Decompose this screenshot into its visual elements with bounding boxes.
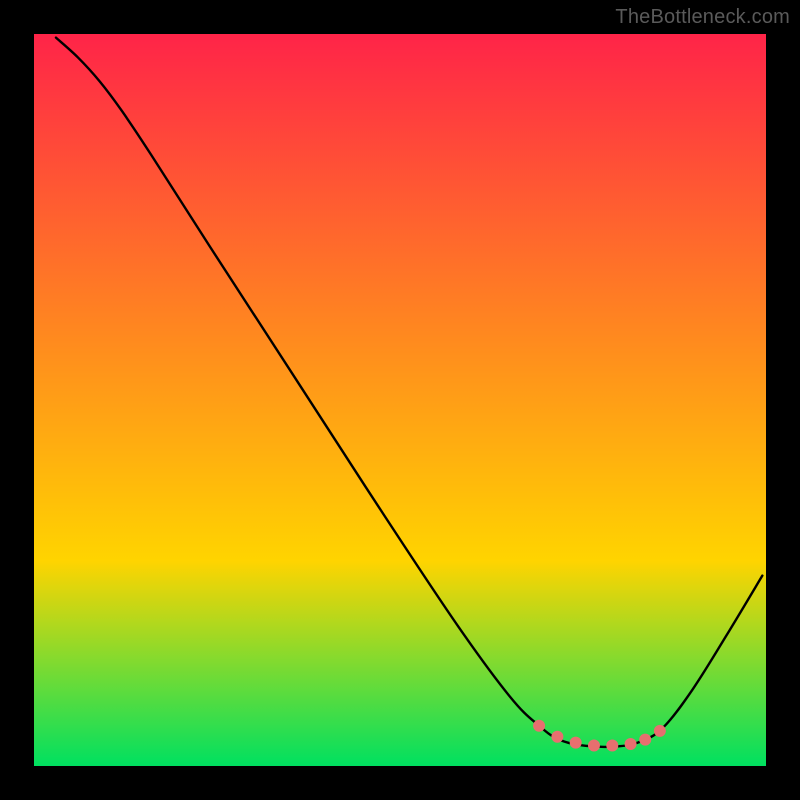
bottom-marker xyxy=(625,738,637,750)
bottom-marker xyxy=(533,720,545,732)
watermark-text: TheBottleneck.com xyxy=(615,6,790,29)
bottom-marker xyxy=(639,734,651,746)
chart-stage: TheBottleneck.com xyxy=(0,0,800,800)
bottom-marker xyxy=(654,725,666,737)
chart-svg xyxy=(34,34,766,766)
plot-area xyxy=(34,34,766,766)
bottom-marker xyxy=(551,731,563,743)
bottom-marker xyxy=(588,740,600,752)
bottom-marker xyxy=(606,740,618,752)
bottom-marker xyxy=(570,737,582,749)
